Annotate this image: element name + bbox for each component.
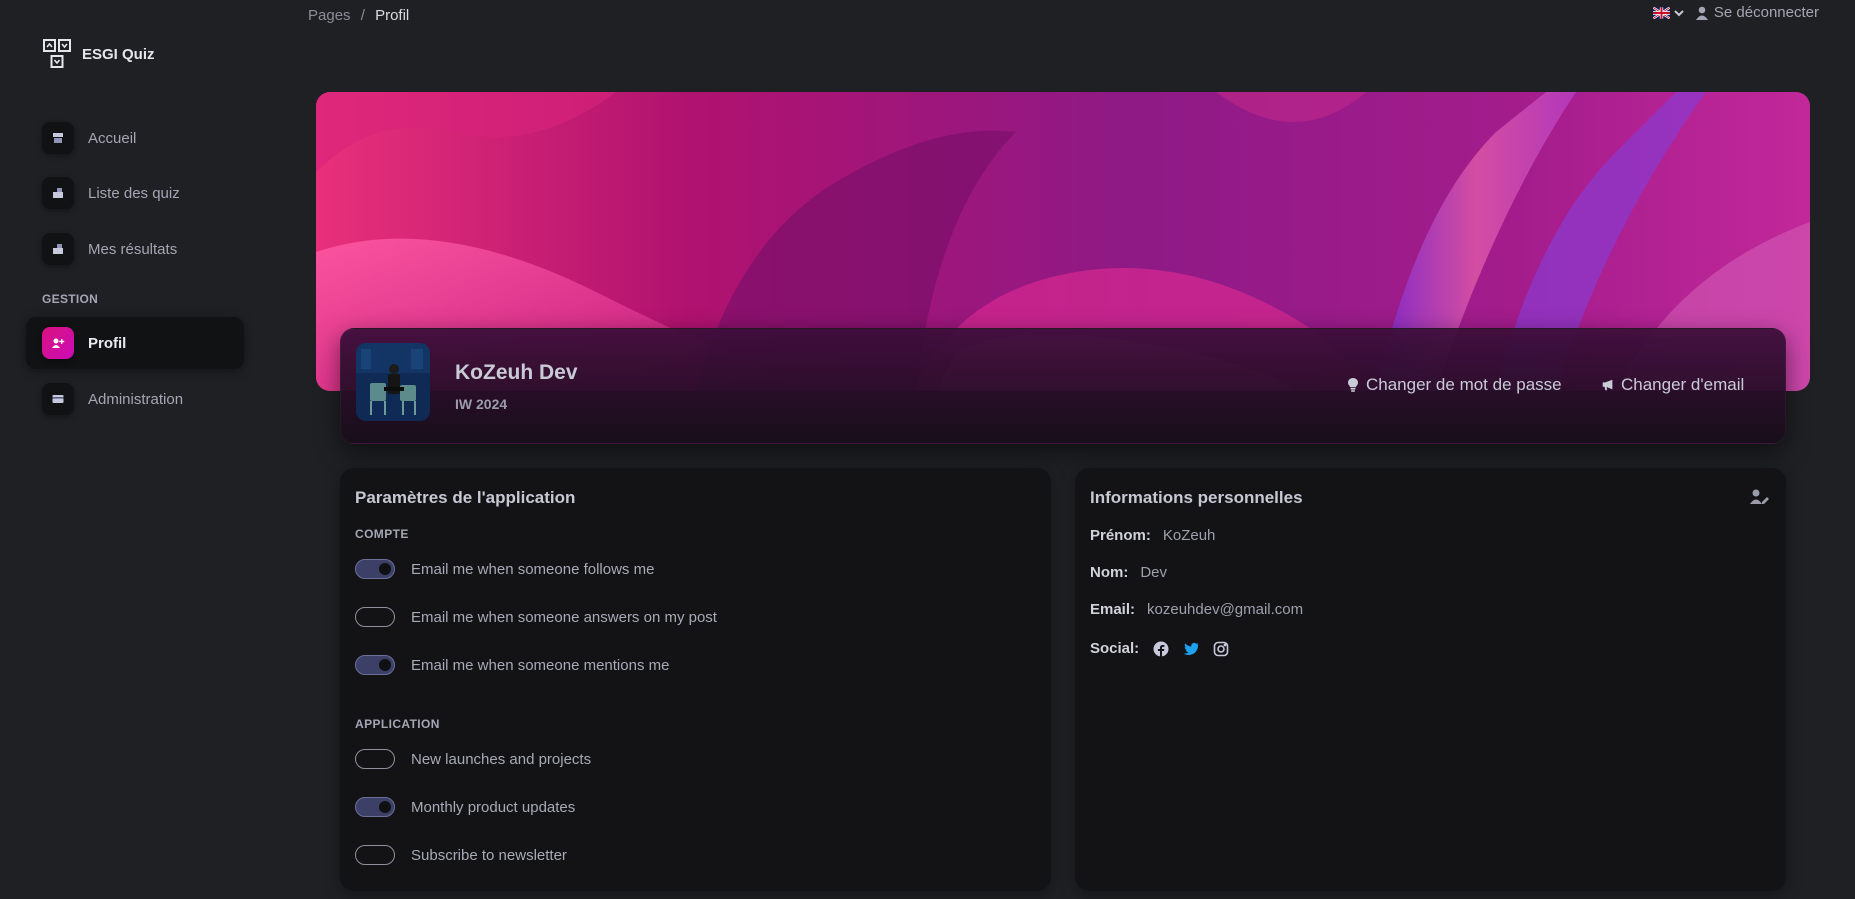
logout-label: Se déconnecter bbox=[1713, 4, 1819, 21]
toggle-row: Monthly product updates bbox=[355, 797, 575, 817]
facebook-icon[interactable] bbox=[1153, 641, 1169, 657]
breadcrumb-root[interactable]: Pages bbox=[308, 7, 351, 24]
toggle-label: Email me when someone answers on my post bbox=[411, 608, 717, 626]
toggle-row: New launches and projects bbox=[355, 749, 591, 769]
field-label: Nom: bbox=[1090, 564, 1129, 581]
language-selector[interactable] bbox=[1652, 6, 1684, 19]
change-password-label: Changer de mot de passe bbox=[1366, 375, 1562, 394]
building-icon bbox=[42, 233, 74, 265]
notify-answers-switch[interactable] bbox=[355, 607, 395, 627]
twitter-icon[interactable] bbox=[1183, 641, 1199, 657]
brand[interactable]: ESGI Quiz bbox=[42, 38, 155, 70]
sidebar: ESGI Quiz Accueil Liste des quiz Mes rés… bbox=[0, 0, 260, 899]
brand-name: ESGI Quiz bbox=[82, 45, 155, 63]
profile-subtitle: IW 2024 bbox=[455, 396, 508, 412]
info-row-social: Social: bbox=[1090, 640, 1229, 657]
sidebar-item-label: Administration bbox=[88, 390, 184, 408]
settings-title: Paramètres de l'application bbox=[355, 488, 576, 507]
profile-name: KoZeuh Dev bbox=[455, 361, 578, 384]
info-row-firstname: Prénom: KoZeuh bbox=[1090, 527, 1215, 544]
toggle-label: Monthly product updates bbox=[411, 798, 576, 816]
monthly-updates-switch[interactable] bbox=[355, 797, 395, 817]
sidebar-item-label: Mes résultats bbox=[88, 240, 178, 258]
instagram-icon[interactable] bbox=[1213, 641, 1229, 657]
sidebar-item-administration[interactable]: Administration bbox=[26, 373, 244, 425]
notify-mentions-switch[interactable] bbox=[355, 655, 395, 675]
quiz-logo-icon bbox=[43, 39, 71, 68]
toggle-row: Email me when someone follows me bbox=[355, 559, 654, 579]
breadcrumb-separator: / bbox=[360, 7, 365, 24]
app-settings-card: Paramètres de l'application COMPTE Email… bbox=[340, 468, 1051, 891]
personal-info-card: Informations personnelles Prénom: KoZeuh… bbox=[1075, 468, 1786, 891]
notify-follows-switch[interactable] bbox=[355, 559, 395, 579]
logout-link[interactable]: Se déconnecter bbox=[1695, 4, 1819, 21]
field-label: Prénom: bbox=[1090, 527, 1151, 544]
change-email-button[interactable]: Changer d'email bbox=[1601, 375, 1744, 395]
sidebar-item-label: Accueil bbox=[88, 129, 137, 147]
sidebar-item-accueil[interactable]: Accueil bbox=[26, 112, 244, 164]
building-icon bbox=[42, 177, 74, 209]
field-label: Social: bbox=[1090, 640, 1140, 657]
user-plus-icon bbox=[42, 327, 74, 359]
toggle-row: Email me when someone mentions me bbox=[355, 655, 669, 675]
sidebar-section-label: GESTION bbox=[42, 292, 99, 306]
topbar-actions: Se déconnecter bbox=[1652, 4, 1819, 21]
breadcrumb: Pages / Profil bbox=[308, 7, 409, 24]
settings-group-application: APPLICATION bbox=[355, 717, 440, 731]
settings-group-compte: COMPTE bbox=[355, 527, 409, 541]
firstname-value: KoZeuh bbox=[1162, 527, 1216, 544]
info-title: Informations personnelles bbox=[1090, 488, 1303, 507]
toggle-row: Subscribe to newsletter bbox=[355, 845, 567, 865]
toggle-label: New launches and projects bbox=[411, 750, 592, 768]
lightbulb-icon bbox=[1348, 378, 1358, 392]
credit-card-icon bbox=[42, 383, 74, 415]
breadcrumb-current: Profil bbox=[375, 7, 410, 24]
profile-header-card: KoZeuh Dev IW 2024 Changer de mot de pas… bbox=[340, 328, 1786, 444]
sidebar-item-label: Profil bbox=[88, 334, 127, 352]
shop-icon bbox=[42, 122, 74, 154]
sidebar-item-mes-resultats[interactable]: Mes résultats bbox=[26, 223, 244, 275]
uk-flag-icon bbox=[1652, 6, 1670, 19]
user-edit-icon[interactable] bbox=[1750, 488, 1770, 506]
user-icon bbox=[1695, 6, 1708, 20]
avatar bbox=[356, 343, 430, 421]
toggle-row: Email me when someone answers on my post bbox=[355, 607, 717, 627]
info-row-email: Email: kozeuhdev@gmail.com bbox=[1090, 601, 1303, 618]
chevron-down-icon bbox=[1674, 9, 1684, 16]
sidebar-item-label: Liste des quiz bbox=[88, 184, 180, 202]
field-label: Email: bbox=[1090, 601, 1136, 618]
info-row-lastname: Nom: Dev bbox=[1090, 564, 1167, 581]
change-password-button[interactable]: Changer de mot de passe bbox=[1346, 375, 1562, 395]
email-value: kozeuhdev@gmail.com bbox=[1147, 601, 1304, 618]
toggle-label: Subscribe to newsletter bbox=[411, 846, 567, 864]
new-launches-switch[interactable] bbox=[355, 749, 395, 769]
sidebar-item-liste-quiz[interactable]: Liste des quiz bbox=[26, 167, 244, 219]
change-email-label: Changer d'email bbox=[1621, 375, 1745, 394]
lastname-value: Dev bbox=[1140, 564, 1168, 581]
toggle-label: Email me when someone mentions me bbox=[411, 656, 670, 674]
sidebar-item-profil[interactable]: Profil bbox=[26, 317, 244, 369]
bullhorn-icon bbox=[1602, 379, 1613, 391]
newsletter-switch[interactable] bbox=[355, 845, 395, 865]
toggle-label: Email me when someone follows me bbox=[411, 560, 655, 578]
